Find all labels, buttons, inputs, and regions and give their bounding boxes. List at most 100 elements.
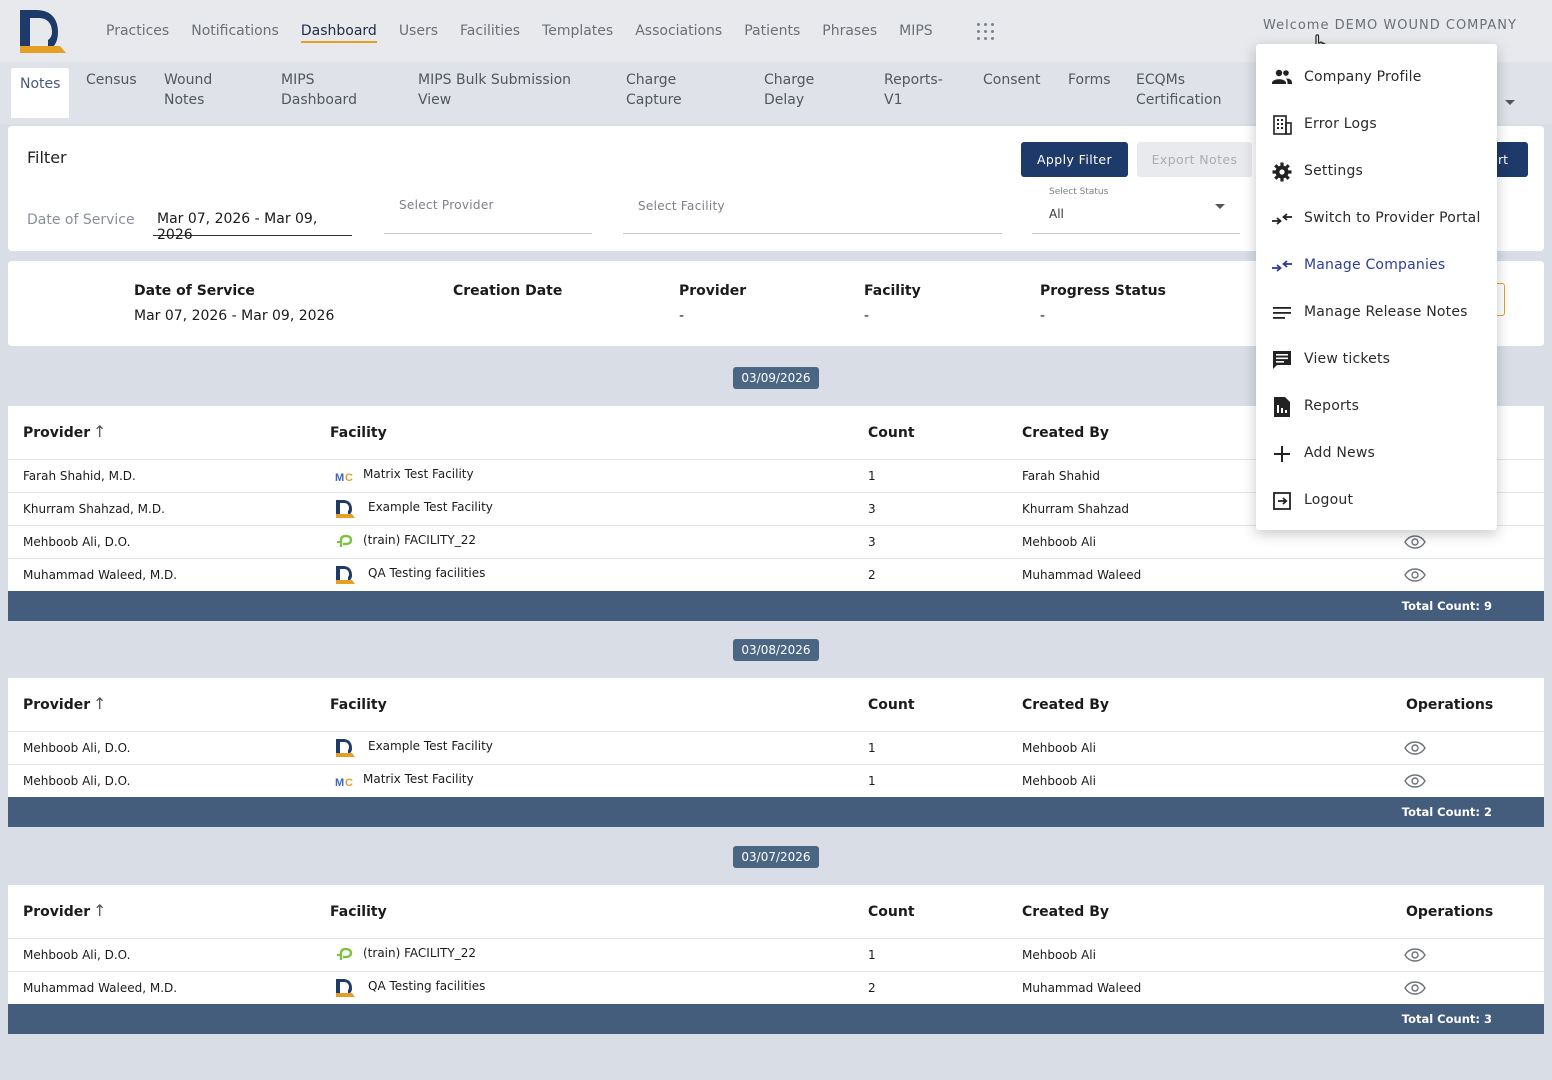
- tab-wound-notes[interactable]: Wound Notes: [164, 70, 212, 110]
- summary-creation-label: Creation Date: [453, 283, 563, 299]
- nav-item-templates[interactable]: Templates: [542, 0, 613, 62]
- tab-ecqms-certification[interactable]: ECQMs Certification: [1136, 70, 1221, 110]
- provider-cell: Khurram Shahzad, M.D.: [23, 502, 165, 516]
- date-of-service-label: Date of Service: [27, 212, 135, 228]
- chevron-down-icon[interactable]: [1505, 100, 1515, 105]
- column-header-count: Count: [868, 697, 915, 713]
- nav-item-phrases[interactable]: Phrases: [822, 0, 877, 62]
- tab-forms[interactable]: Forms: [1068, 70, 1111, 90]
- company-logo[interactable]: [18, 8, 66, 56]
- table-row: Mehboob Ali, D.O. M C Matrix Test Facility 1…: [8, 764, 1544, 797]
- nav-item-mips[interactable]: MIPS: [899, 0, 933, 62]
- notes-table: Provider ↑ Facility Count Created By Operatio…: [8, 678, 1544, 827]
- tab-reports-v1[interactable]: Reports- V1: [884, 70, 943, 110]
- tab-mips-bulk-submission-view[interactable]: MIPS Bulk Submission View: [418, 70, 571, 110]
- sort-arrow-up-icon[interactable]: ↑: [93, 901, 106, 920]
- table-row: Muhammad Waleed, M.D. QA Testing faciliti…: [8, 971, 1544, 1004]
- p-facility-logo-icon: [337, 534, 353, 547]
- created-by-cell: Mehboob Ali: [1022, 774, 1096, 788]
- table-footer: Total Count: 3: [8, 1004, 1544, 1034]
- menu-item-switch-to-provider-portal[interactable]: Switch to Provider Portal: [1256, 198, 1497, 238]
- menu-item-logout[interactable]: Logout: [1256, 480, 1497, 520]
- view-eye-icon[interactable]: [1404, 981, 1426, 995]
- column-header-facility: Facility: [330, 425, 387, 441]
- select-provider-field[interactable]: Select Provider: [384, 196, 592, 234]
- mc-facility-logo-icon: MC: [335, 472, 353, 484]
- created-by-cell: Farah Shahid: [1022, 469, 1100, 483]
- provider-cell: Mehboob Ali, D.O.: [23, 774, 131, 788]
- date-of-service-input[interactable]: Mar 07, 2026 - Mar 09, 2026: [153, 204, 352, 243]
- svg-text:C: C: [345, 777, 353, 789]
- menu-item-add-news[interactable]: Add News: [1256, 433, 1497, 473]
- view-eye-icon[interactable]: [1404, 774, 1426, 788]
- tab-mips-dashboard[interactable]: MIPS Dashboard: [281, 70, 357, 110]
- nav-item-associations[interactable]: Associations: [635, 0, 722, 62]
- count-cell: 1: [868, 774, 876, 788]
- nav-item-dashboard[interactable]: Dashboard: [300, 0, 377, 62]
- count-cell: 1: [868, 741, 876, 755]
- menu-item-label: Company Profile: [1304, 69, 1422, 85]
- count-cell: 3: [868, 502, 876, 516]
- column-header-count: Count: [868, 425, 915, 441]
- tab-charge-capture[interactable]: Charge Capture: [626, 70, 682, 110]
- view-eye-icon[interactable]: [1404, 948, 1426, 962]
- column-header-provider[interactable]: Provider: [23, 697, 90, 713]
- people-icon: [1272, 69, 1292, 84]
- column-header-created-by: Created By: [1022, 425, 1110, 441]
- facility-cell: Matrix Test Facility: [363, 467, 474, 481]
- column-header-facility: Facility: [330, 697, 387, 713]
- menu-item-label: Logout: [1304, 492, 1354, 508]
- menu-item-manage-companies[interactable]: Manage Companies: [1256, 245, 1497, 285]
- menu-item-company-profile[interactable]: Company Profile: [1256, 57, 1497, 97]
- menu-item-label: Manage Release Notes: [1304, 304, 1468, 320]
- column-header-created-by: Created By: [1022, 697, 1110, 713]
- gear-icon: [1272, 162, 1292, 182]
- reset-button-edge[interactable]: [1496, 283, 1505, 316]
- table-row: Muhammad Waleed, M.D. QA Testing faciliti…: [8, 558, 1544, 591]
- nav-item-facilities[interactable]: Facilities: [460, 0, 520, 62]
- select-status-field[interactable]: Select Status All: [1032, 184, 1240, 234]
- nav-item-notifications[interactable]: Notifications: [191, 0, 279, 62]
- report-icon: [1274, 397, 1290, 417]
- menu-item-label: Switch to Provider Portal: [1304, 210, 1481, 226]
- created-by-cell: Mehboob Ali: [1022, 948, 1096, 962]
- column-header-provider[interactable]: Provider: [23, 425, 90, 441]
- view-eye-icon[interactable]: [1404, 568, 1426, 582]
- column-header-provider[interactable]: Provider: [23, 904, 90, 920]
- view-eye-icon[interactable]: [1404, 535, 1426, 549]
- tab-notes[interactable]: Notes: [11, 68, 70, 118]
- menu-item-error-logs[interactable]: Error Logs: [1256, 104, 1497, 144]
- date-badge: 03/09/2026: [733, 367, 819, 389]
- apps-grid-icon[interactable]: [977, 23, 995, 41]
- view-eye-icon[interactable]: [1404, 741, 1426, 755]
- created-by-cell: Khurram Shahzad: [1022, 502, 1130, 516]
- select-status-label: Select Status: [1049, 187, 1109, 197]
- apply-filter-button[interactable]: Apply Filter: [1021, 142, 1128, 177]
- table-footer: Total Count: 9: [8, 591, 1544, 621]
- summary-progress-label: Progress Status: [1040, 283, 1166, 299]
- welcome-user-menu[interactable]: Welcome DEMO WOUND COMPANY: [1263, 18, 1517, 33]
- notes-table: Provider ↑ Facility Count Created By Operatio…: [8, 885, 1544, 1034]
- table-row: Mehboob Ali, D.O. (train) FACILITY_22 1 Meh…: [8, 938, 1544, 971]
- provider-cell: Muhammad Waleed, M.D.: [23, 981, 178, 995]
- menu-item-reports[interactable]: Reports: [1256, 386, 1497, 426]
- tab-census[interactable]: Census: [86, 70, 137, 90]
- menu-item-label: Reports: [1304, 398, 1360, 414]
- menu-item-view-tickets[interactable]: View tickets: [1256, 339, 1497, 379]
- menu-item-label: Error Logs: [1304, 116, 1377, 132]
- nav-item-patients[interactable]: Patients: [744, 0, 800, 62]
- nav-item-practices[interactable]: Practices: [106, 0, 169, 62]
- menu-item-manage-release-notes[interactable]: Manage Release Notes: [1256, 292, 1497, 332]
- tab-consent[interactable]: Consent: [983, 70, 1040, 90]
- tab-charge-delay[interactable]: Charge Delay: [764, 70, 814, 110]
- count-cell: 2: [868, 981, 876, 995]
- select-facility-field[interactable]: Select Facility: [623, 196, 1002, 234]
- menu-item-settings[interactable]: Settings: [1256, 151, 1497, 191]
- sort-arrow-up-icon[interactable]: ↑: [93, 422, 106, 441]
- filter-title: Filter: [27, 148, 67, 167]
- summary-provider-label: Provider: [679, 283, 747, 299]
- export-notes-button[interactable]: Export Notes: [1137, 142, 1252, 177]
- nav-item-users[interactable]: Users: [399, 0, 438, 62]
- provider-cell: Mehboob Ali, D.O.: [23, 535, 131, 549]
- sort-arrow-up-icon[interactable]: ↑: [93, 694, 106, 713]
